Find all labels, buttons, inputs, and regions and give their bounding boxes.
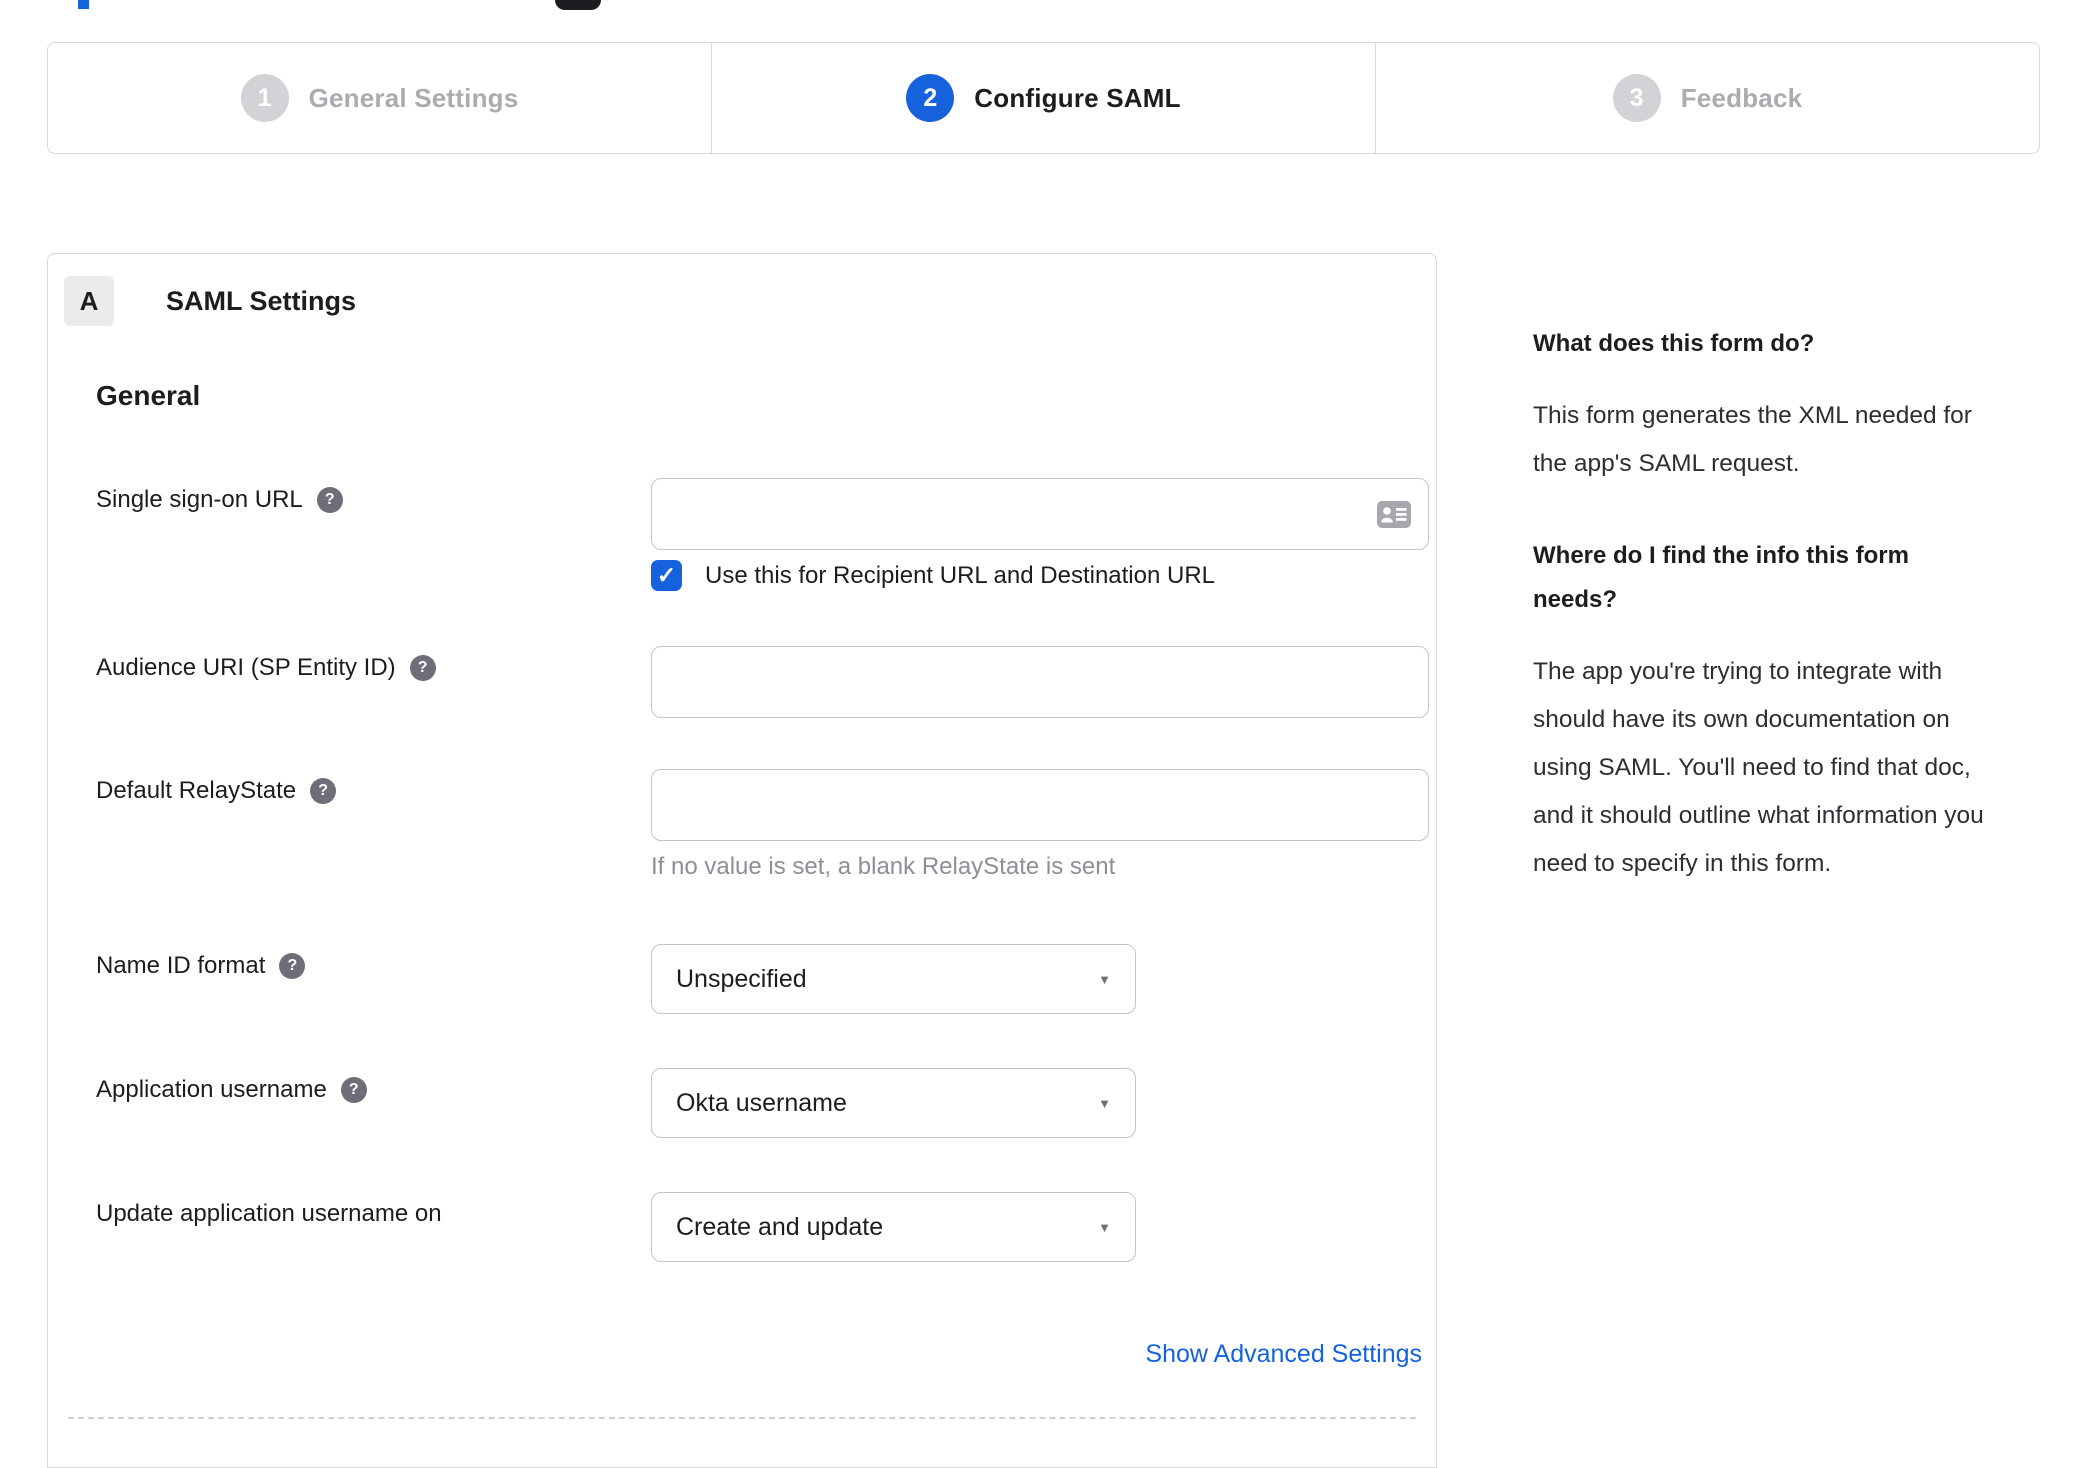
checkmark-icon: ✓ [656,562,677,588]
contact-card-icon[interactable] [1377,501,1411,528]
step-feedback[interactable]: 3 Feedback [1375,43,2039,153]
application-username-value: Okta username [676,1088,847,1117]
name-id-format-label: Name ID format ? [96,952,306,980]
relay-state-label-text: Default RelayState [96,777,297,804]
header-fragment-title-glyph [555,0,601,10]
application-username-label-text: Application username [96,1076,327,1103]
relay-state-label: Default RelayState ? [96,777,337,805]
audience-uri-input[interactable] [651,646,1429,718]
name-id-format-label-text: Name ID format [96,952,266,979]
update-username-select[interactable]: Create and update ▼ [651,1192,1136,1262]
step-label: General Settings [308,82,519,113]
relay-state-hint: If no value is set, a blank RelayState i… [651,853,1116,880]
recipient-url-checkbox[interactable]: ✓ [651,560,682,591]
application-username-select[interactable]: Okta username ▼ [651,1068,1136,1138]
name-id-format-select[interactable]: Unspecified ▼ [651,944,1136,1014]
panel-title: SAML Settings [166,286,357,316]
application-username-label: Application username ? [96,1076,367,1104]
step-number-badge: 3 [1612,74,1661,122]
help-answer-1: This form generates the XML needed for t… [1533,402,1972,477]
help-question-1: What does this form do? [1533,330,1815,357]
help-question-2: Where do I find the info this form needs… [1533,542,1909,613]
step-number-badge: 2 [906,74,955,122]
show-advanced-settings-link[interactable]: Show Advanced Settings [1145,1340,1422,1369]
relay-state-help-icon[interactable]: ? [310,778,337,804]
chevron-down-icon: ▼ [1098,1095,1111,1111]
step-number-badge: 1 [240,74,289,122]
audience-uri-input-wrap [651,646,1429,718]
step-label: Configure SAML [974,82,1181,113]
general-section-heading: General [96,380,201,411]
sso-url-label-text: Single sign-on URL [96,486,303,513]
section-a-badge: A [64,276,114,326]
name-id-format-value: Unspecified [676,964,807,993]
sso-url-help-icon[interactable]: ? [316,487,343,513]
sso-url-label: Single sign-on URL ? [96,486,343,514]
update-username-label: Update application username on [96,1200,442,1228]
step-general-settings[interactable]: 1 General Settings [48,43,711,153]
chevron-down-icon: ▼ [1098,1219,1111,1235]
wizard-stepper: 1 General Settings 2 Configure SAML 3 Fe… [47,42,2040,154]
sso-url-input-wrap [651,478,1429,550]
name-id-format-help-icon[interactable]: ? [279,953,306,979]
section-dashed-divider [68,1417,1416,1419]
help-answer-2: The app you're trying to integrate with … [1533,658,1984,877]
audience-uri-label-text: Audience URI (SP Entity ID) [96,654,396,681]
chevron-down-icon: ▼ [1098,971,1111,987]
sso-recipient-checkbox-row: ✓ Use this for Recipient URL and Destina… [651,560,1215,591]
relay-state-input[interactable] [651,769,1429,841]
audience-uri-label: Audience URI (SP Entity ID) ? [96,654,436,682]
recipient-url-checkbox-label: Use this for Recipient URL and Destinati… [705,561,1216,589]
audience-uri-help-icon[interactable]: ? [409,655,436,681]
application-username-help-icon[interactable]: ? [340,1077,367,1103]
sso-url-input[interactable] [651,478,1429,550]
step-configure-saml[interactable]: 2 Configure SAML [711,43,1375,153]
saml-settings-panel: A SAML Settings General Single sign-on U… [47,253,1437,1468]
update-username-value: Create and update [676,1212,884,1241]
update-username-label-text: Update application username on [96,1200,442,1227]
help-sidebar: What does this form do? This form genera… [1533,322,1985,888]
header-fragment-blue [78,0,89,9]
step-label: Feedback [1680,82,1803,113]
relay-state-input-wrap [651,769,1429,841]
